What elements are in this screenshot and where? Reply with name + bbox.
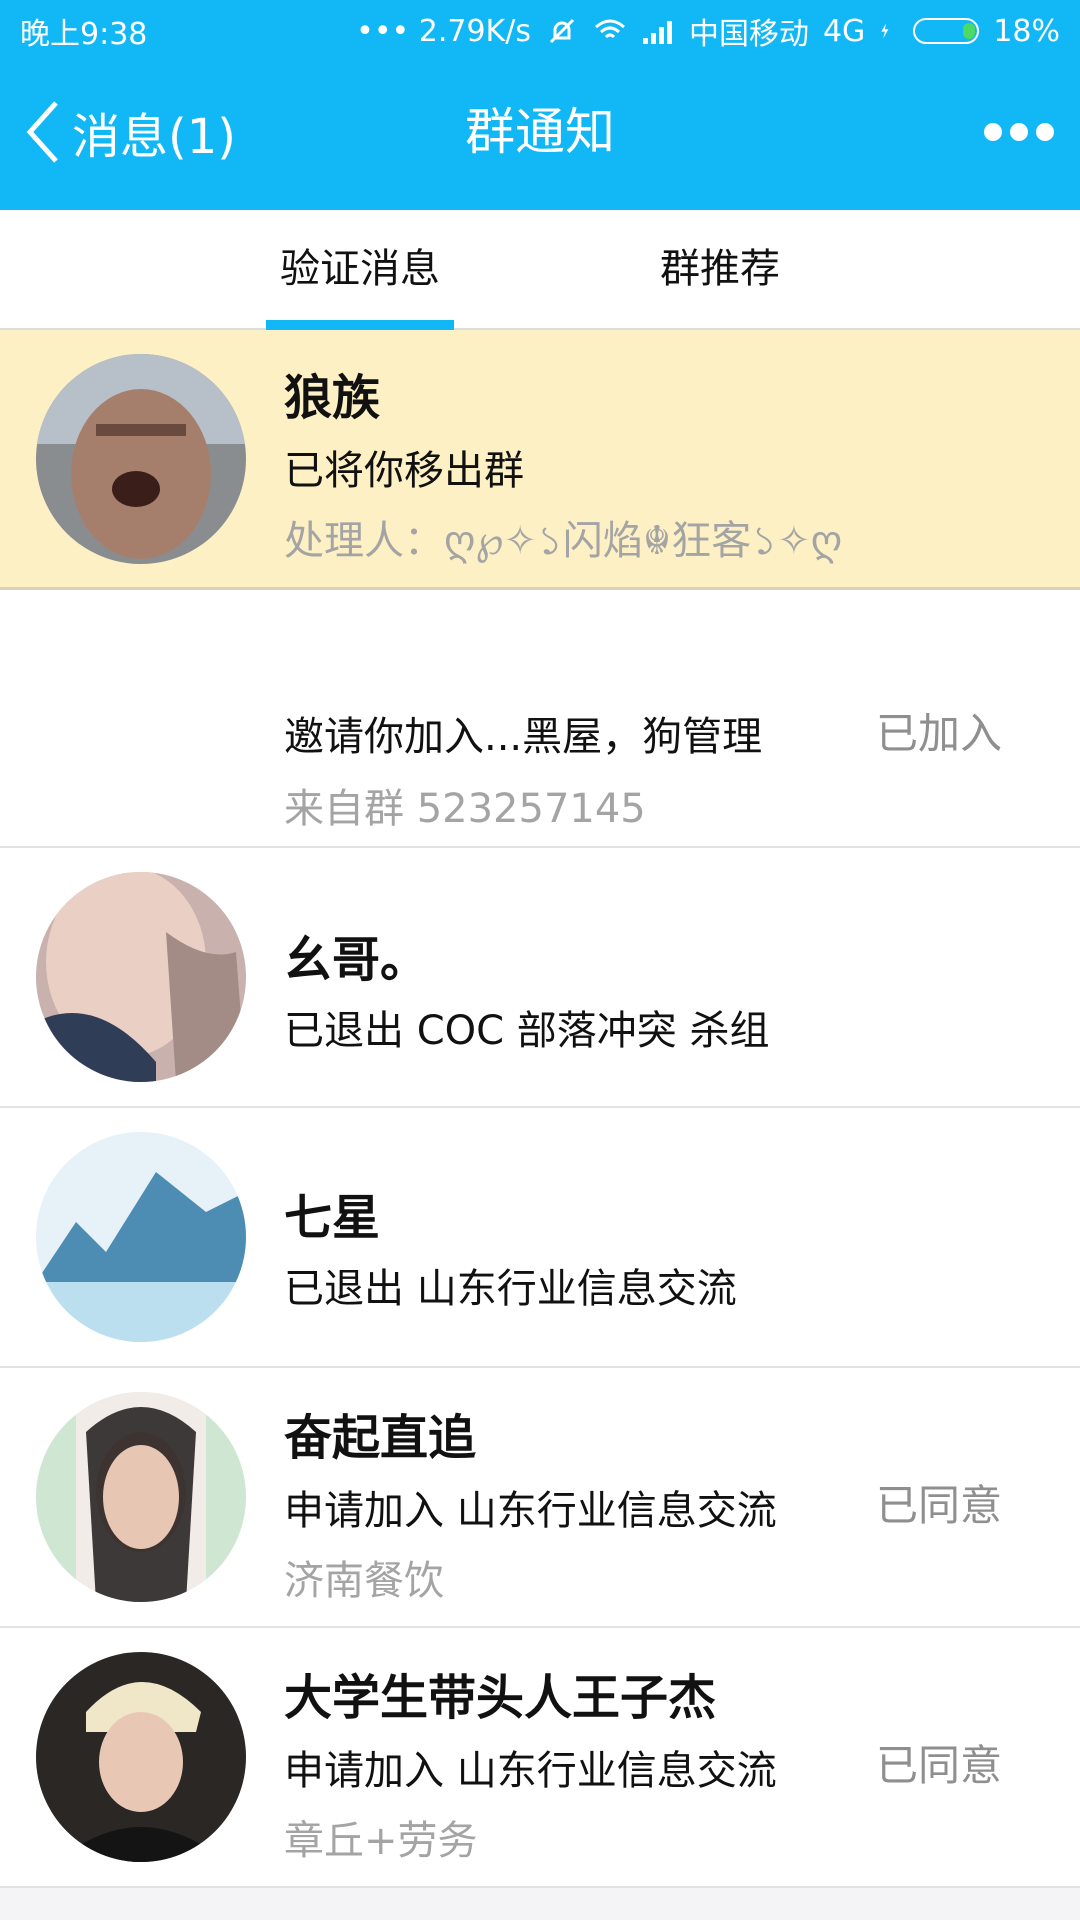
title-bar: 群通知 消息(1) xyxy=(0,62,1080,210)
item-message: 邀请你加入...黑屋，狗管理 xyxy=(284,714,763,760)
network-type: 4G xyxy=(822,13,866,49)
avatar xyxy=(36,872,246,1082)
status-bar: 晚上9:38 ••• 2.79K/s 中国移动 4G 18% xyxy=(0,0,1080,62)
item-name: 七星 xyxy=(284,1190,381,1246)
mute-bell-icon xyxy=(549,18,575,44)
list-item[interactable]: 七星 已退出 山东行业信息交流 xyxy=(0,1108,1080,1368)
signal-icon xyxy=(642,21,672,44)
list-item[interactable]: 幺哥。 已退出 COC 部落冲突 杀组 xyxy=(0,848,1080,1108)
item-name: 大学生带头人王子杰 xyxy=(284,1670,717,1726)
avatar xyxy=(36,1392,246,1602)
list-item[interactable]: 狼族 已将你移出群 处理人：ღ℘✧১闪焰☬狂客১✧ღ xyxy=(0,330,1080,590)
tab-bar: 验证消息 群推荐 xyxy=(0,210,1080,330)
item-name: 狼族 xyxy=(284,370,381,426)
carrier-name: 中国移动 xyxy=(688,17,809,52)
avatar xyxy=(36,1132,246,1342)
status-label: 已加入 xyxy=(875,709,1002,758)
avatar xyxy=(36,1652,246,1862)
list-item[interactable]: 邀请你加入...黑屋，狗管理 来自群 523257145 已加入 xyxy=(0,590,1080,848)
tab-verification-messages[interactable]: 验证消息 xyxy=(266,210,454,328)
status-time: 晚上9:38 xyxy=(20,17,148,52)
wifi-icon xyxy=(594,19,625,39)
item-name: 幺哥。 xyxy=(284,932,429,988)
avatar xyxy=(36,354,246,564)
item-detail: 来自群 523257145 xyxy=(284,786,646,832)
status-label: 已同意 xyxy=(875,1481,1002,1530)
network-speed: ••• 2.79K/s xyxy=(356,13,531,49)
tab-group-recommendations[interactable]: 群推荐 xyxy=(620,210,820,328)
active-tab-indicator xyxy=(266,320,454,330)
item-detail: 处理人：ღ℘✧১闪焰☬狂客১✧ღ xyxy=(284,518,843,564)
item-detail: 济南餐饮 xyxy=(284,1558,444,1604)
item-name: 奋起直追 xyxy=(284,1410,477,1466)
battery-percent: 18% xyxy=(993,13,1060,49)
status-label: 已同意 xyxy=(875,1741,1002,1790)
back-button[interactable]: 消息(1) xyxy=(22,92,236,172)
list-item[interactable]: 奋起直追 申请加入 山东行业信息交流 济南餐饮 已同意 xyxy=(0,1368,1080,1628)
more-dots-icon xyxy=(984,123,1002,141)
list-item[interactable]: 大学生带头人王子杰 申请加入 山东行业信息交流 章丘+劳务 已同意 xyxy=(0,1628,1080,1888)
charging-bolt-icon xyxy=(881,23,889,39)
item-message: 已将你移出群 xyxy=(284,448,524,494)
back-label: 消息(1) xyxy=(72,109,236,165)
notification-list: 狼族 已将你移出群 处理人：ღ℘✧১闪焰☬狂客১✧ღ 邀请你加入...黑屋，狗管… xyxy=(0,330,1080,1888)
item-message: 已退出 COC 部落冲突 杀组 xyxy=(284,1008,770,1054)
item-detail: 章丘+劳务 xyxy=(284,1818,478,1864)
battery-icon xyxy=(913,18,980,44)
item-message: 申请加入 山东行业信息交流 xyxy=(284,1488,777,1534)
status-indicators: ••• 2.79K/s 中国移动 4G 18% xyxy=(356,9,1060,53)
more-button[interactable] xyxy=(984,118,1054,146)
item-message: 申请加入 山东行业信息交流 xyxy=(284,1748,777,1794)
item-message: 已退出 山东行业信息交流 xyxy=(284,1266,737,1312)
chevron-left-icon xyxy=(26,101,58,163)
